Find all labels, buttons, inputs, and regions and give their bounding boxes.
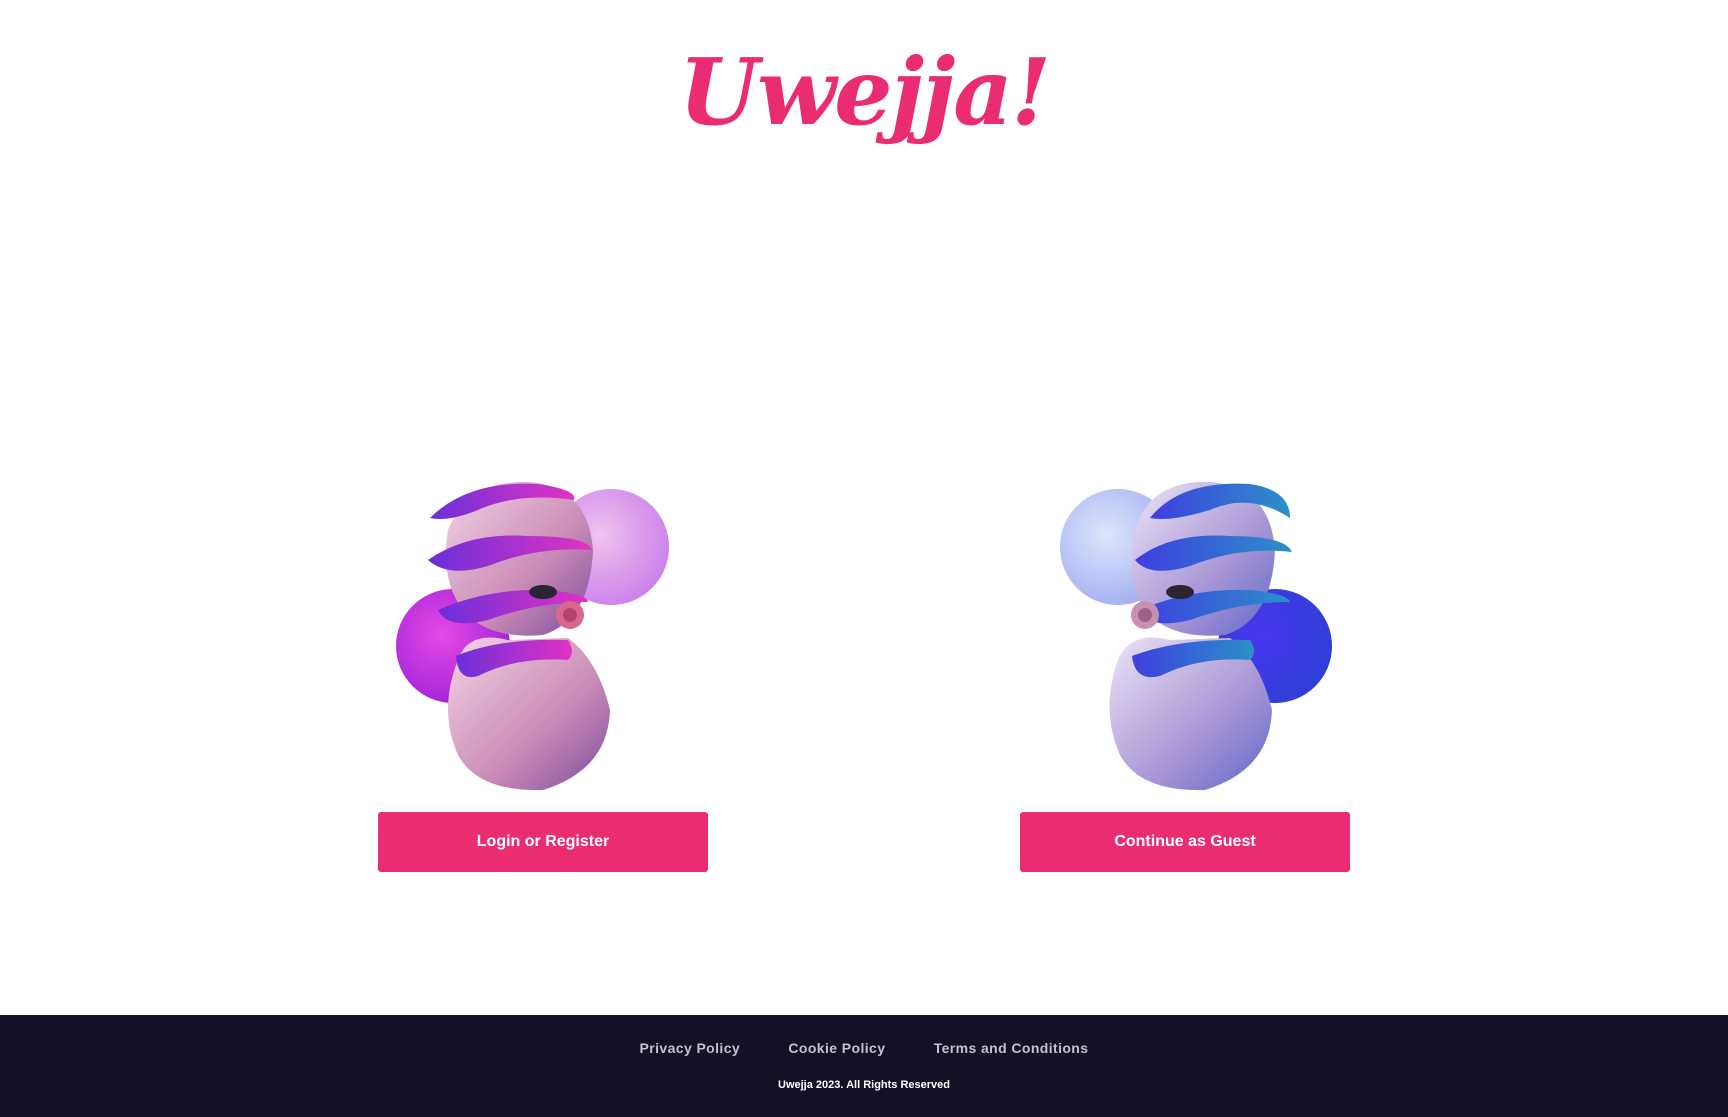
cookie-policy-link[interactable]: Cookie Policy bbox=[788, 1040, 885, 1056]
terms-and-conditions-link[interactable]: Terms and Conditions bbox=[934, 1040, 1089, 1056]
landing-page: Uwejja! Login or Register Continue as Gu… bbox=[0, 0, 1728, 1117]
login-column: Login or Register bbox=[378, 470, 708, 872]
login-register-button[interactable]: Login or Register bbox=[378, 812, 708, 872]
bust-sculpture-blue-illustration bbox=[1060, 481, 1332, 791]
bust-sculpture-pink-illustration bbox=[396, 481, 669, 791]
footer-links: Privacy Policy Cookie Policy Terms and C… bbox=[0, 1040, 1728, 1056]
footer: Privacy Policy Cookie Policy Terms and C… bbox=[0, 1015, 1728, 1117]
copyright-text: Uwejja 2023. All Rights Reserved bbox=[778, 1079, 950, 1091]
brand-logo[interactable]: Uwejja! bbox=[0, 41, 1728, 143]
guest-column: Continue as Guest bbox=[1020, 470, 1350, 872]
privacy-policy-link[interactable]: Privacy Policy bbox=[640, 1040, 741, 1056]
continue-as-guest-button[interactable]: Continue as Guest bbox=[1020, 812, 1350, 872]
